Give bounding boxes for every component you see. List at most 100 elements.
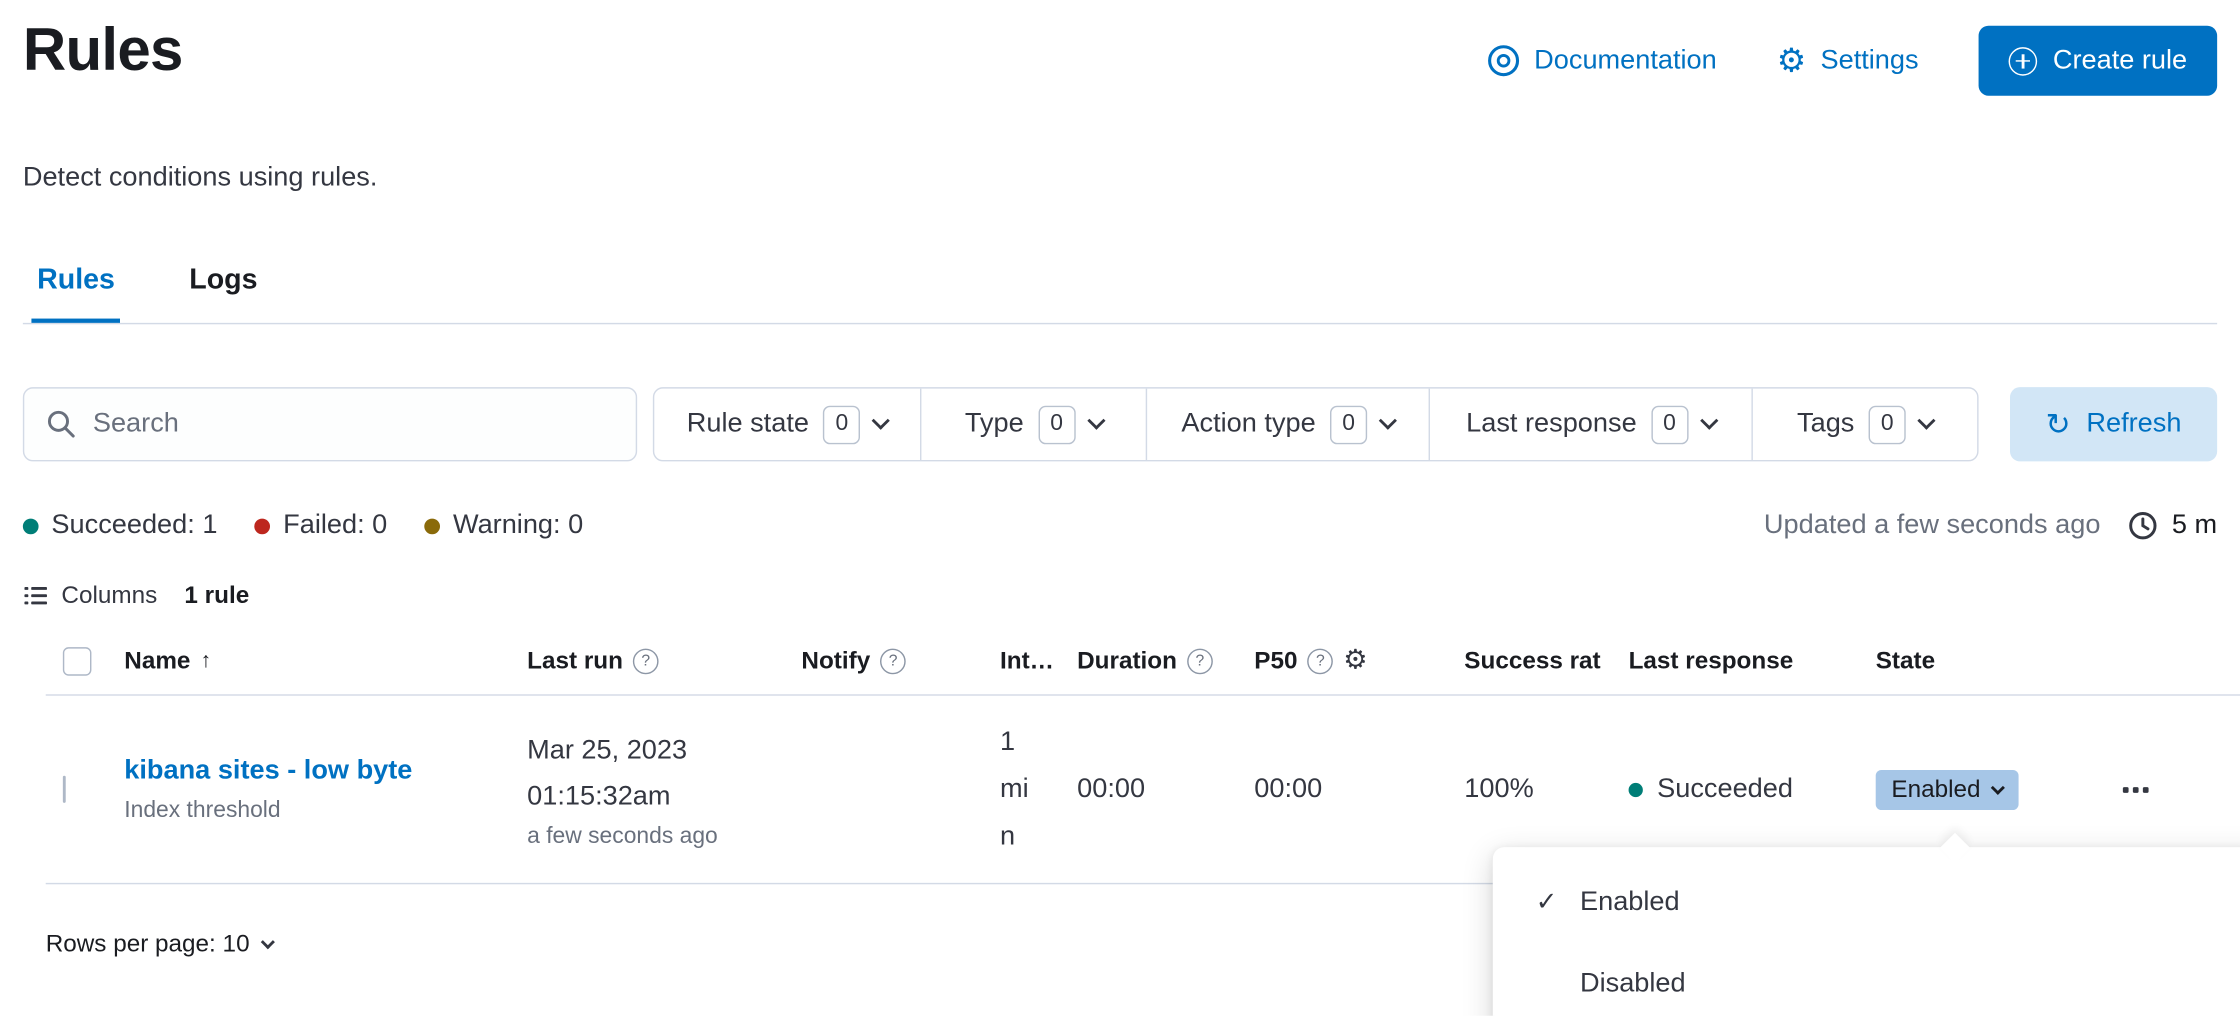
filter-rule-state[interactable]: Rule state 0 xyxy=(654,389,920,460)
header-p50-label: P50 xyxy=(1254,646,1297,675)
filter-tags[interactable]: Tags 0 xyxy=(1751,389,1977,460)
refresh-interval[interactable]: 5 m xyxy=(2128,510,2218,541)
popover-item-enabled[interactable]: ✓ Enabled xyxy=(1493,861,2240,942)
state-popover: ✓ Enabled Disabled xyxy=(1493,847,2240,1016)
row-name-cell: kibana sites - low byte Index threshold xyxy=(124,755,527,824)
documentation-link[interactable]: Documentation xyxy=(1487,44,1717,77)
filter-last-response[interactable]: Last response 0 xyxy=(1429,389,1752,460)
status-succeeded-label: Succeeded: 1 xyxy=(51,510,217,541)
filter-label: Tags xyxy=(1797,409,1854,440)
refresh-label: Refresh xyxy=(2086,409,2181,440)
columns-button[interactable]: Columns xyxy=(61,581,157,610)
state-badge[interactable]: Enabled xyxy=(1876,769,2019,809)
chevron-down-icon xyxy=(1087,412,1105,430)
settings-label: Settings xyxy=(1820,45,1918,76)
header-last-response: Last response xyxy=(1629,646,1876,675)
row-actions-cell xyxy=(2123,786,2240,792)
refresh-icon: ↻ xyxy=(2046,409,2071,439)
filter-type[interactable]: Type 0 xyxy=(920,389,1146,460)
select-all-checkbox[interactable] xyxy=(63,646,92,675)
rule-count: 1 rule xyxy=(184,581,249,610)
help-icon[interactable]: ? xyxy=(880,648,906,674)
status-succeeded: Succeeded: 1 xyxy=(23,510,218,541)
header-actions: Documentation ⚙ Settings Create rule xyxy=(1487,26,2217,96)
check-icon: ✓ xyxy=(1536,887,1580,917)
header-select-all xyxy=(46,646,125,675)
row-checkbox[interactable] xyxy=(63,775,66,802)
rules-page: Rules Documentation ⚙ Settings xyxy=(0,0,2240,1016)
row-p50-cell: 00:00 xyxy=(1254,774,1464,805)
filter-label: Rule state xyxy=(687,409,809,440)
popover-item-disabled[interactable]: Disabled xyxy=(1493,943,2240,1016)
chevron-down-icon xyxy=(1700,412,1718,430)
header-notify: Notify ? xyxy=(801,646,1000,675)
refresh-button[interactable]: ↻ Refresh xyxy=(2010,387,2217,461)
page-subtitle: Detect conditions using rules. xyxy=(23,161,2217,195)
last-run-relative: a few seconds ago xyxy=(527,824,801,850)
header-interval-label: Int… xyxy=(1000,646,1054,675)
row-state-cell: Enabled xyxy=(1876,769,2123,809)
filter-label: Action type xyxy=(1181,409,1315,440)
row-last-run-cell: Mar 25, 2023 01:15:32am a few seconds ag… xyxy=(527,729,801,850)
search-input[interactable] xyxy=(93,409,614,440)
status-warning: Warning: 0 xyxy=(424,510,583,541)
row-select-cell xyxy=(46,776,125,802)
last-run-date: Mar 25, 2023 xyxy=(527,729,801,775)
chevron-down-icon xyxy=(872,412,890,430)
last-run-time: 01:15:32am xyxy=(527,774,801,820)
header-last-run-label: Last run xyxy=(527,646,623,675)
header-notify-label: Notify xyxy=(801,646,870,675)
plus-circle-icon xyxy=(2009,46,2038,75)
header-last-run: Last run ? xyxy=(527,646,801,675)
row-interval-cell: 1 min xyxy=(1000,719,1077,860)
header-state-label: State xyxy=(1876,646,1935,675)
tab-bar: Rules Logs xyxy=(23,253,2217,324)
documentation-icon xyxy=(1487,44,1520,77)
header-name-label: Name xyxy=(124,646,190,675)
columns-icon xyxy=(23,583,49,609)
success-dot-icon xyxy=(1629,782,1643,796)
documentation-label: Documentation xyxy=(1534,45,1717,76)
row-duration-cell: 00:00 xyxy=(1077,774,1254,805)
gear-icon: ⚙ xyxy=(1777,44,1806,77)
header-name[interactable]: Name ↑ xyxy=(124,646,527,675)
search-icon xyxy=(46,409,77,440)
state-badge-label: Enabled xyxy=(1891,775,1980,804)
filter-count-badge: 0 xyxy=(1869,405,1906,444)
chevron-down-icon xyxy=(1917,412,1935,430)
page-header: Rules Documentation ⚙ Settings xyxy=(23,0,2217,96)
tab-logs[interactable]: Logs xyxy=(184,253,264,323)
header-last-response-label: Last response xyxy=(1629,646,1794,675)
filter-action-type[interactable]: Action type 0 xyxy=(1146,389,1429,460)
help-icon[interactable]: ? xyxy=(633,648,659,674)
create-rule-button[interactable]: Create rule xyxy=(1979,26,2218,96)
clock-icon xyxy=(2128,510,2159,541)
rule-name-link[interactable]: kibana sites - low byte xyxy=(124,755,515,786)
filter-count-badge: 0 xyxy=(823,405,860,444)
filter-row: Rule state 0 Type 0 Action type 0 Last r… xyxy=(23,387,2217,461)
row-last-response-cell: Succeeded xyxy=(1629,774,1876,805)
gear-icon[interactable]: ⚙ xyxy=(1343,647,1367,674)
header-state: State xyxy=(1876,646,2123,675)
header-success-rate-label: Success rat xyxy=(1464,646,1600,675)
last-response-value: Succeeded xyxy=(1657,774,1793,805)
create-rule-label: Create rule xyxy=(2053,45,2187,76)
filter-count-badge: 0 xyxy=(1651,405,1688,444)
sort-ascending-icon: ↑ xyxy=(200,649,211,673)
actions-icon[interactable] xyxy=(2123,786,2240,792)
chevron-down-icon xyxy=(1379,412,1397,430)
filter-count-badge: 0 xyxy=(1038,405,1075,444)
refresh-interval-label: 5 m xyxy=(2172,510,2217,541)
header-duration-label: Duration xyxy=(1077,646,1177,675)
chevron-down-icon xyxy=(260,934,274,948)
help-icon[interactable]: ? xyxy=(1308,648,1334,674)
settings-link[interactable]: ⚙ Settings xyxy=(1777,44,1919,77)
rows-per-page-label: Rows per page: 10 xyxy=(46,930,250,959)
page-title: Rules xyxy=(23,14,183,85)
help-icon[interactable]: ? xyxy=(1187,648,1213,674)
failed-dot-icon xyxy=(255,518,271,534)
filter-count-badge: 0 xyxy=(1330,405,1367,444)
rules-table: Name ↑ Last run ? Notify ? Int… Duration… xyxy=(46,627,2240,884)
filter-label: Type xyxy=(965,409,1024,440)
tab-rules[interactable]: Rules xyxy=(31,253,120,323)
